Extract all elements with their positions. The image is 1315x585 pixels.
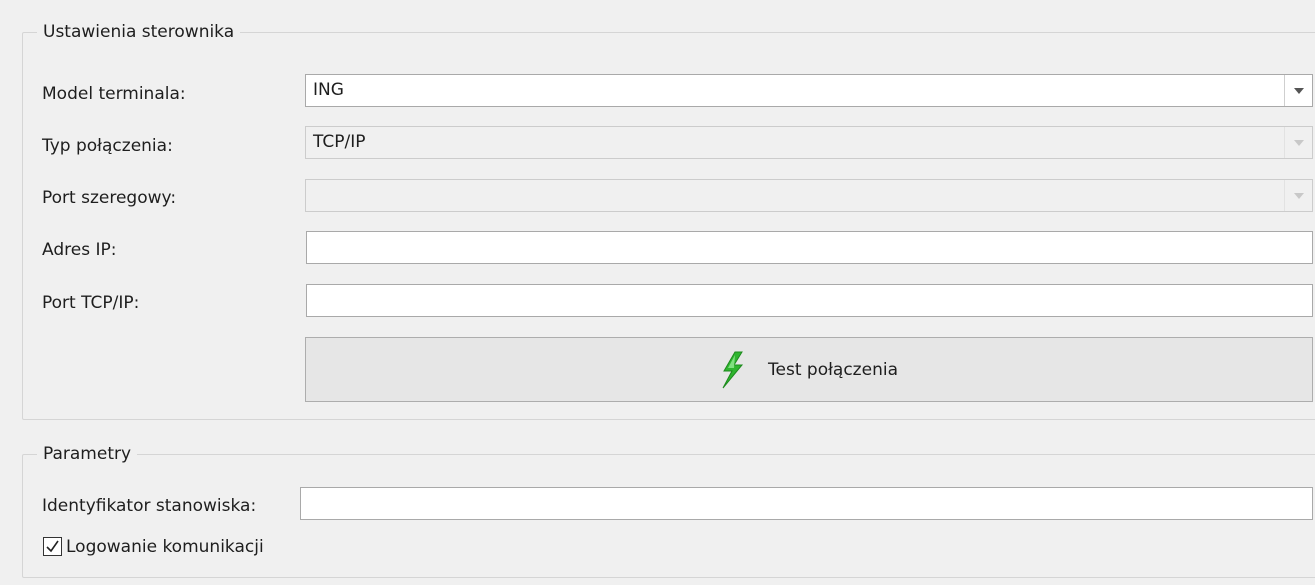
chevron-down-icon (1284, 180, 1312, 211)
test-connection-label: Test połączenia (768, 359, 898, 380)
serial-port-label: Port szeregowy: (42, 188, 177, 208)
terminal-model-value: ING (313, 80, 344, 100)
test-connection-button[interactable]: Test połączenia (305, 337, 1313, 402)
driver-settings-legend: Ustawienia sterownika (37, 19, 241, 45)
logging-label[interactable]: Logowanie komunikacji (66, 535, 264, 559)
connection-type-value: TCP/IP (313, 132, 366, 152)
serial-port-dropdown[interactable] (305, 179, 1313, 212)
station-id-input[interactable] (300, 487, 1313, 520)
logging-checkbox[interactable] (43, 537, 62, 556)
ip-address-label: Adres IP: (42, 240, 117, 260)
lightning-icon (720, 351, 746, 389)
parameters-legend: Parametry (37, 441, 138, 467)
station-id-label: Identyfikator stanowiska: (42, 496, 257, 516)
terminal-model-label: Model terminala: (42, 84, 186, 104)
terminal-model-dropdown[interactable]: ING (305, 74, 1313, 107)
tcp-port-input[interactable] (306, 284, 1313, 317)
connection-type-label: Typ połączenia: (42, 136, 173, 156)
checkmark-icon (46, 540, 59, 553)
tcp-port-label: Port TCP/IP: (42, 293, 140, 313)
connection-type-dropdown[interactable]: TCP/IP (305, 126, 1313, 159)
ip-address-input[interactable] (306, 231, 1313, 264)
chevron-down-icon (1284, 127, 1312, 158)
chevron-down-icon[interactable] (1284, 75, 1312, 106)
